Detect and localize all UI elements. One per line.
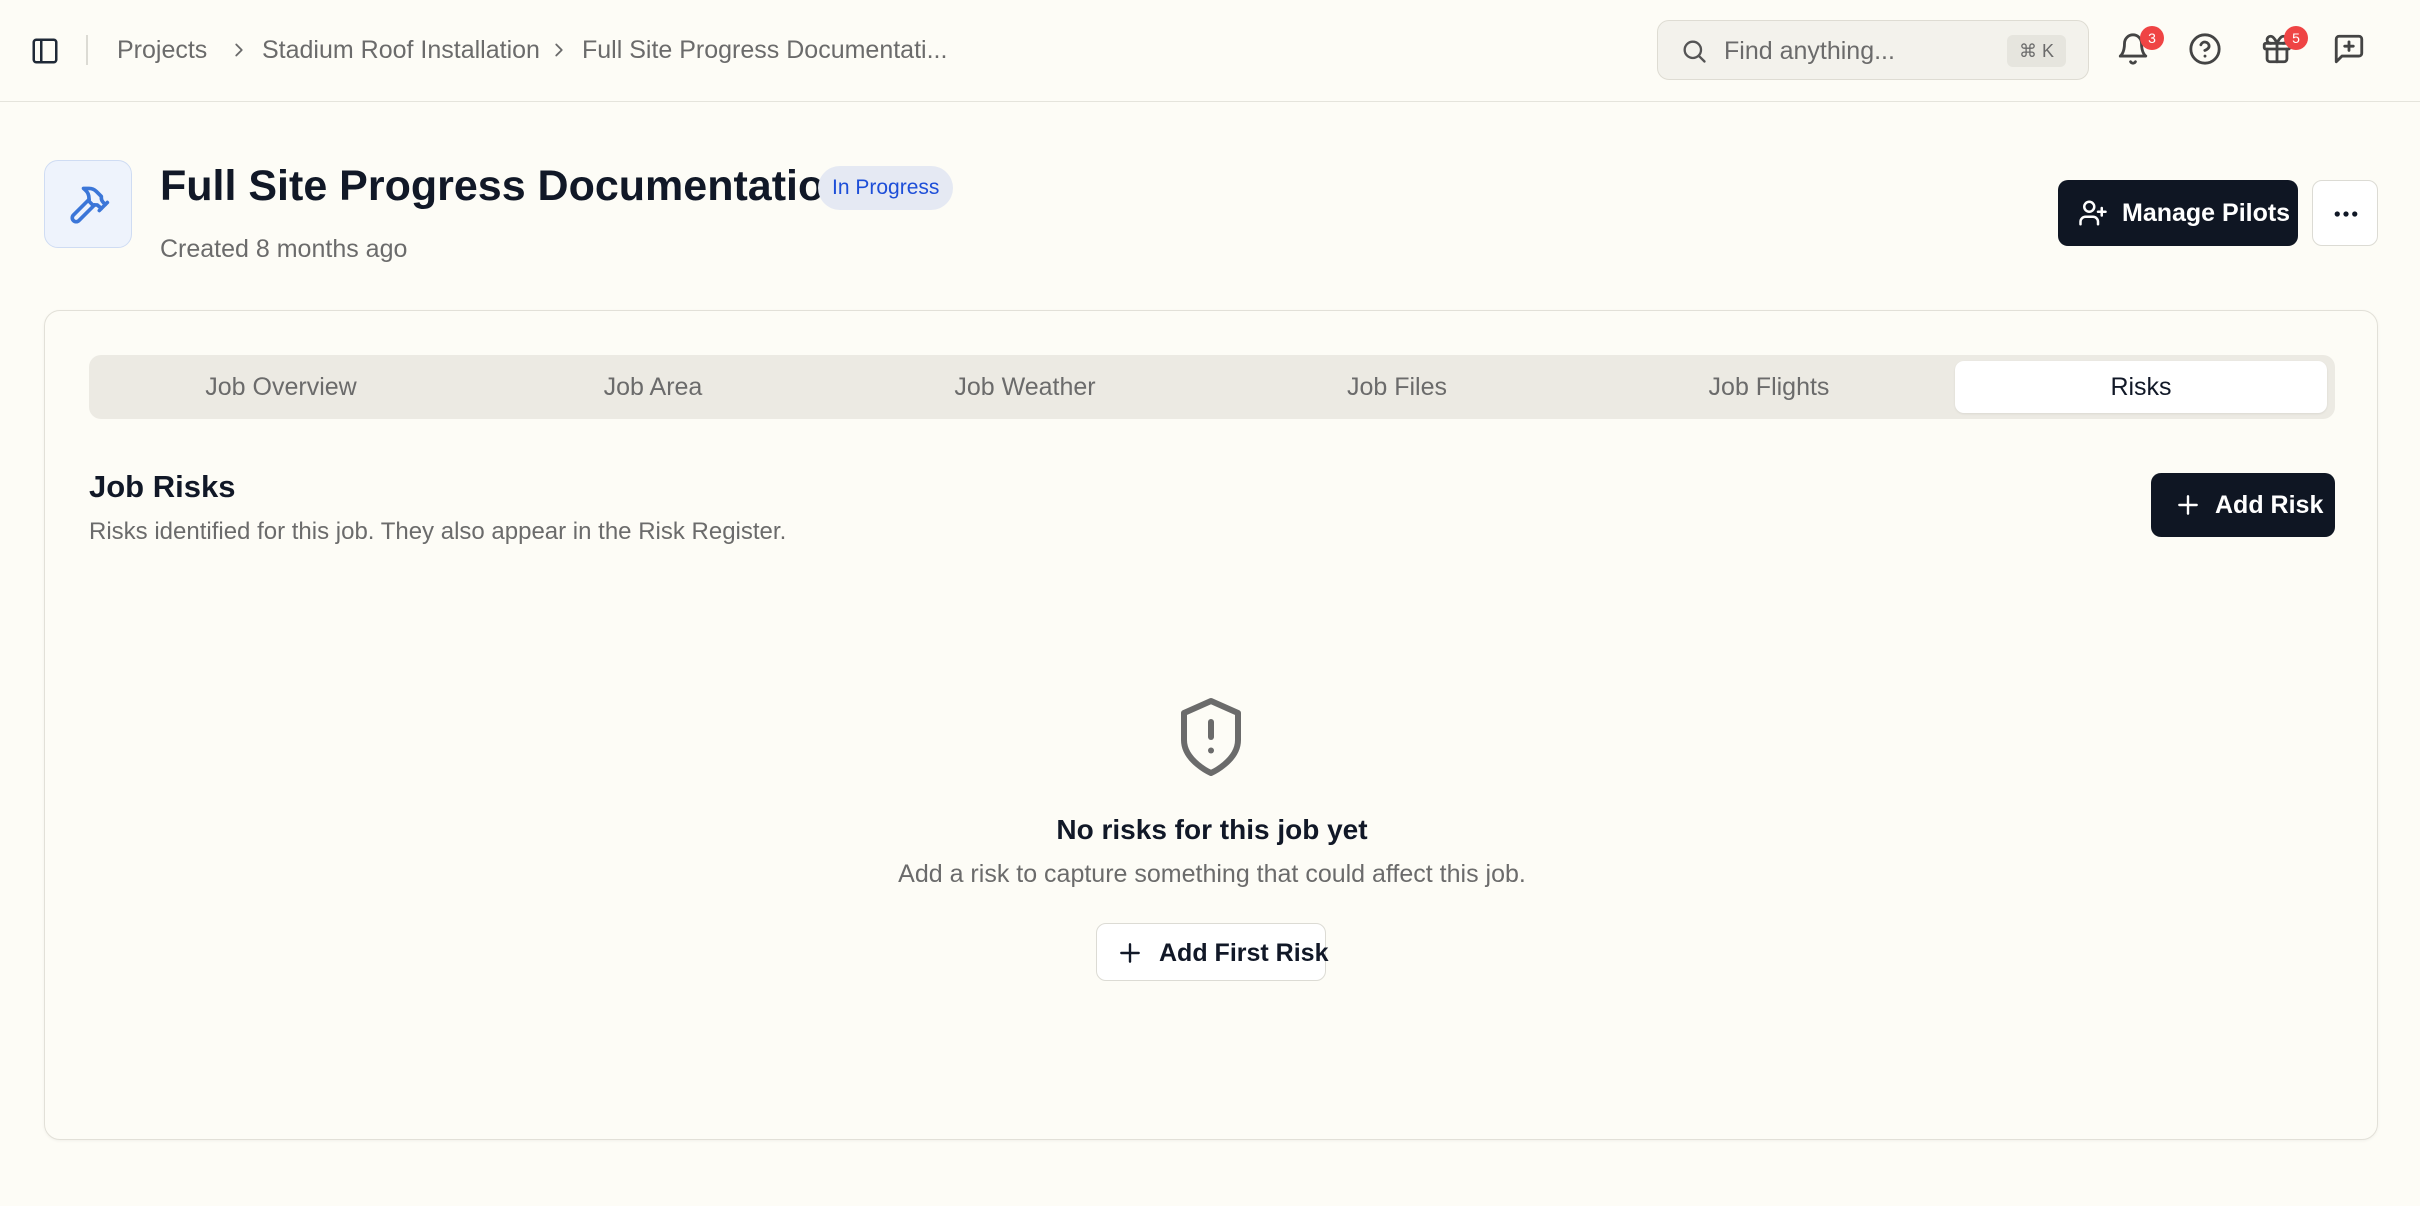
manage-pilots-label: Manage Pilots (2122, 199, 2291, 227)
page-title: Full Site Progress Documentation (160, 162, 851, 210)
job-tabs: Job Overview Job Area Job Weather Job Fi… (89, 355, 2335, 419)
section-title: Job Risks (89, 469, 236, 504)
add-risk-label: Add Risk (2215, 491, 2324, 519)
tab-job-overview[interactable]: Job Overview (95, 361, 467, 413)
search-input[interactable]: Find anything... ⌘ K (1657, 20, 2089, 80)
message-plus-icon (2332, 32, 2370, 66)
top-bar: Projects Stadium Roof Installation Full … (0, 0, 2420, 102)
divider (86, 35, 88, 65)
add-risk-button[interactable]: Add Risk (2151, 473, 2335, 537)
feedback-button[interactable] (2332, 32, 2370, 70)
more-options-button[interactable] (2312, 180, 2378, 246)
shield-alert-icon (1175, 695, 1247, 779)
breadcrumb-current-job[interactable]: Full Site Progress Documentati... (582, 32, 947, 68)
empty-state-title: No risks for this job yet (1056, 814, 1368, 845)
gifts-count-badge: 5 (2284, 26, 2308, 50)
search-placeholder: Find anything... (1724, 37, 1895, 65)
search-icon (1680, 37, 1708, 65)
tab-job-area[interactable]: Job Area (467, 361, 839, 413)
tab-job-flights[interactable]: Job Flights (1583, 361, 1955, 413)
empty-state-subtitle: Add a risk to capture something that cou… (898, 860, 1526, 888)
notifications-count-badge: 3 (2140, 26, 2164, 50)
more-horizontal-icon (2331, 199, 2361, 229)
add-first-risk-label: Add First Risk (1159, 939, 1329, 967)
tab-job-files[interactable]: Job Files (1211, 361, 1583, 413)
created-timestamp: Created 8 months ago (160, 235, 408, 263)
user-plus-icon (2078, 198, 2108, 228)
tab-risks[interactable]: Risks (1955, 361, 2327, 413)
tab-job-weather[interactable]: Job Weather (839, 361, 1211, 413)
breadcrumb-project[interactable]: Stadium Roof Installation (262, 32, 540, 68)
help-button[interactable] (2188, 32, 2226, 70)
manage-pilots-button[interactable]: Manage Pilots (2058, 180, 2298, 246)
section-subtitle: Risks identified for this job. They also… (89, 518, 787, 545)
plus-icon (1117, 940, 1143, 966)
add-first-risk-button[interactable]: Add First Risk (1096, 923, 1329, 981)
breadcrumb-projects[interactable]: Projects (117, 32, 207, 68)
job-type-badge (44, 160, 132, 248)
job-details-card: Job Overview Job Area Job Weather Job Fi… (44, 310, 2378, 1140)
plus-icon (2175, 492, 2201, 518)
notifications-button[interactable]: 3 (2116, 26, 2164, 70)
gifts-button[interactable]: 5 (2260, 26, 2308, 70)
chevron-right-icon (228, 38, 250, 62)
sidebar-toggle-icon[interactable] (30, 36, 60, 66)
status-badge: In Progress (818, 166, 954, 210)
search-shortcut-badge: ⌘ K (2006, 35, 2066, 67)
help-circle-icon (2188, 32, 2226, 66)
chevron-right-icon (548, 38, 570, 62)
